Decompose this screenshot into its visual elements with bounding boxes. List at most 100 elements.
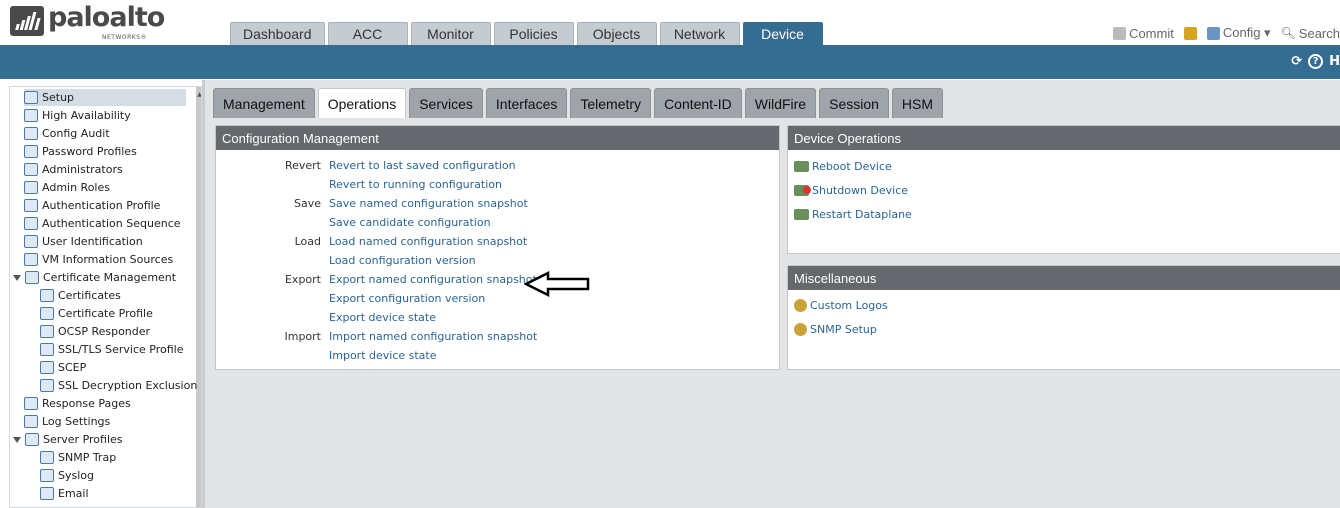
link-revert-to-running-configuration[interactable]: Revert to running configuration <box>329 178 502 191</box>
search-button[interactable]: 🔍︎ Search <box>1281 25 1340 41</box>
tab-telemetry[interactable]: Telemetry <box>570 88 652 118</box>
lock-icon <box>1183 26 1197 40</box>
sidebar-item-snmp-trap[interactable]: SNMP Trap <box>40 449 116 466</box>
sidebar-item-email[interactable]: Email <box>40 485 89 502</box>
ocsp-responder-icon <box>40 325 54 338</box>
link-load-named-configuration-snapshot[interactable]: Load named configuration snapshot <box>329 235 527 248</box>
tab-hsm[interactable]: HSM <box>891 88 944 118</box>
commit-button[interactable]: Commit <box>1113 25 1174 41</box>
sidebar-item-setup[interactable]: Setup <box>24 89 186 106</box>
nav-tab-monitor[interactable]: Monitor <box>410 22 491 45</box>
tab-interfaces[interactable]: Interfaces <box>485 88 568 118</box>
sidebar-item-ocsp-responder[interactable]: OCSP Responder <box>40 323 150 340</box>
sidebar-item-certificate-management[interactable]: Certificate Management <box>13 269 176 286</box>
blue-header-bar: ⟳ ? H <box>0 45 1340 79</box>
sidebar-item-log-settings[interactable]: Log Settings <box>24 413 110 430</box>
link-save-candidate-configuration[interactable]: Save candidate configuration <box>329 216 491 229</box>
expand-triangle-icon[interactable] <box>13 274 21 281</box>
tab-services[interactable]: Services <box>409 88 483 118</box>
email-icon <box>40 487 54 500</box>
restart-dataplane-icon <box>794 209 809 220</box>
link-import-named-configuration-snapshot[interactable]: Import named configuration snapshot <box>329 330 537 343</box>
misc-label: Custom Logos <box>810 299 888 312</box>
sidebar-item-config-audit[interactable]: Config Audit <box>24 125 110 142</box>
sidebar-item-label: SCEP <box>58 361 87 374</box>
tab-session[interactable]: Session <box>819 88 889 118</box>
tab-management[interactable]: Management <box>213 88 315 118</box>
op-shutdown-device[interactable]: Shutdown Device <box>794 184 908 197</box>
sidebar-item-administrators[interactable]: Administrators <box>24 161 123 178</box>
log-settings-icon <box>24 415 38 428</box>
left-arrow-icon <box>524 270 590 298</box>
nav-tab-network[interactable]: Network <box>659 22 740 45</box>
nav-tab-objects[interactable]: Objects <box>576 22 657 45</box>
tab-wildfire[interactable]: WildFire <box>744 88 817 118</box>
link-save-named-configuration-snapshot[interactable]: Save named configuration snapshot <box>329 197 528 210</box>
link-export-configuration-version[interactable]: Export configuration version <box>329 292 485 305</box>
config-label: Config ▾ <box>1222 25 1271 40</box>
help-icon[interactable]: ? <box>1308 54 1324 69</box>
sidebar-item-scep[interactable]: SCEP <box>40 359 86 376</box>
sidebar-item-label: Authentication Sequence <box>42 217 181 230</box>
vm-information-sources-icon <box>24 253 38 266</box>
config-menu[interactable]: Config ▾ <box>1206 25 1271 41</box>
top-toolbar: Commit Config ▾ 🔍︎ Search <box>1113 25 1340 41</box>
main-nav: Dashboard ACC Monitor Policies Objects Networ… <box>230 22 823 45</box>
lock-button[interactable] <box>1183 25 1197 41</box>
sidebar-item-label: User Identification <box>42 235 143 248</box>
sidebar-item-ssl-decryption-exclusion[interactable]: SSL Decryption Exclusion <box>40 377 197 394</box>
snmp-trap-icon <box>40 451 54 464</box>
admin-roles-icon <box>24 181 38 194</box>
link-revert-to-last-saved-configuration[interactable]: Revert to last saved configuration <box>329 159 516 172</box>
tab-content-id[interactable]: Content-ID <box>654 88 742 118</box>
nav-tab-acc[interactable]: ACC <box>327 22 408 45</box>
link-export-device-state[interactable]: Export device state <box>329 311 436 324</box>
sidebar-item-syslog[interactable]: Syslog <box>40 467 94 484</box>
miscellaneous-title: Miscellaneous <box>788 266 1340 290</box>
sidebar-item-label: High Availability <box>42 109 131 122</box>
high-availability-icon <box>24 109 38 122</box>
snmp-setup-icon <box>794 323 807 336</box>
nav-tab-device[interactable]: Device <box>742 22 823 45</box>
miscellaneous-panel: Miscellaneous Custom Logos SNMP Setup <box>787 265 1340 370</box>
op-label: Shutdown Device <box>812 184 909 197</box>
top-header: paloalto NETWORKS® Dashboard ACC Monitor Po… <box>0 0 1340 45</box>
sidebar-item-high-availability[interactable]: High Availability <box>24 107 131 124</box>
row-label-export: Export <box>284 273 321 286</box>
tab-operations[interactable]: Operations <box>317 88 407 118</box>
response-pages-icon <box>24 397 38 410</box>
sidebar-item-certificate-profile[interactable]: Certificate Profile <box>40 305 153 322</box>
server-profiles-icon <box>25 433 39 446</box>
misc-snmp-setup[interactable]: SNMP Setup <box>794 323 877 336</box>
help-text: H <box>1329 54 1340 69</box>
misc-custom-logos[interactable]: Custom Logos <box>794 299 888 312</box>
op-reboot-device[interactable]: Reboot Device <box>794 160 892 173</box>
scep-icon <box>40 361 54 374</box>
row-label-load: Load <box>294 235 321 248</box>
nav-tab-dashboard[interactable]: Dashboard <box>230 22 325 45</box>
sidebar-item-authentication-sequence[interactable]: Authentication Sequence <box>24 215 181 232</box>
sidebar-item-authentication-profile[interactable]: Authentication Profile <box>24 197 160 214</box>
link-import-device-state[interactable]: Import device state <box>329 349 437 362</box>
sidebar-item-vm-information-sources[interactable]: VM Information Sources <box>24 251 173 268</box>
password-profiles-icon <box>24 145 38 158</box>
nav-tab-policies[interactable]: Policies <box>493 22 574 45</box>
sidebar-item-response-pages[interactable]: Response Pages <box>24 395 131 412</box>
expand-triangle-icon[interactable] <box>13 436 21 443</box>
configuration-management-panel: Configuration Management Revert Revert to… <box>215 125 780 370</box>
sidebar-item-label: Response Pages <box>42 397 131 410</box>
refresh-icon[interactable]: ⟳ <box>1291 54 1302 69</box>
op-restart-dataplane[interactable]: Restart Dataplane <box>794 208 912 221</box>
sidebar-item-label: SSL/TLS Service Profile <box>58 343 184 356</box>
sidebar-item-label: SSL Decryption Exclusion <box>58 379 198 392</box>
sidebar-item-ssl-tls-service-profile[interactable]: SSL/TLS Service Profile <box>40 341 183 358</box>
sidebar-item-admin-roles[interactable]: Admin Roles <box>24 179 110 196</box>
sidebar-item-password-profiles[interactable]: Password Profiles <box>24 143 137 160</box>
sidebar-item-server-profiles[interactable]: Server Profiles <box>13 431 123 448</box>
link-export-named-configuration-snapshot[interactable]: Export named configuration snapshot <box>329 273 537 286</box>
link-load-configuration-version[interactable]: Load configuration version <box>329 254 476 267</box>
sidebar-item-label: Certificate Profile <box>58 307 153 320</box>
sidebar-item-user-identification[interactable]: User Identification <box>24 233 143 250</box>
sidebar-item-certificates[interactable]: Certificates <box>40 287 121 304</box>
op-label: Restart Dataplane <box>812 208 912 221</box>
